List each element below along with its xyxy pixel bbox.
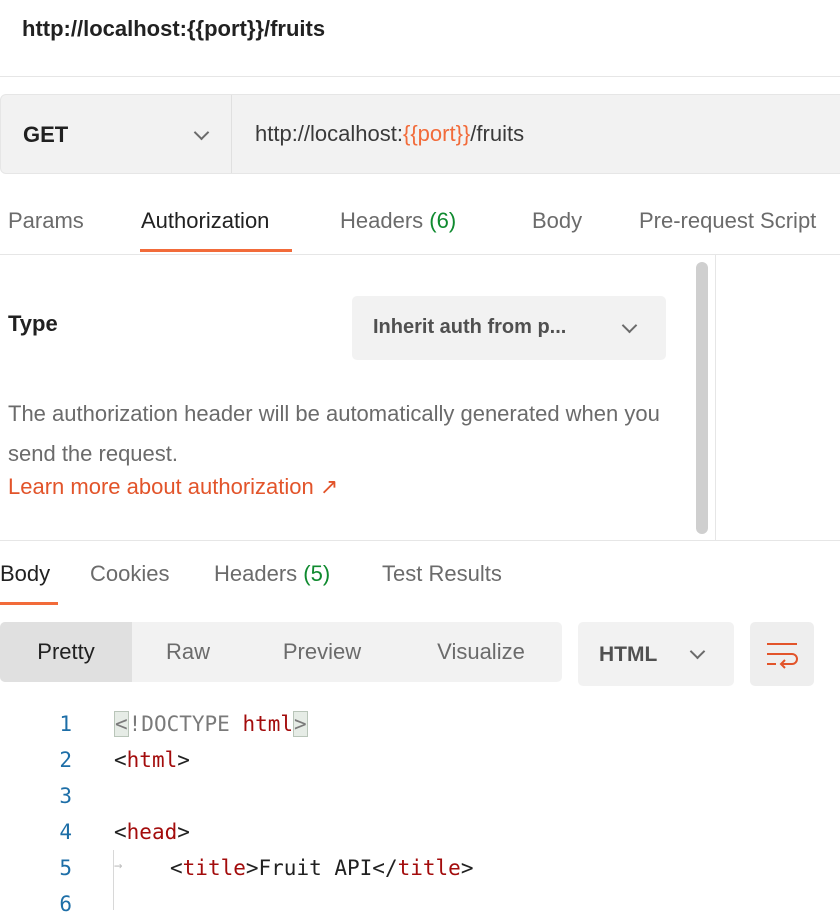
url-prefix: http://localhost:: [255, 121, 403, 146]
view-preview[interactable]: Preview: [244, 622, 400, 682]
code-line: <title>Fruit API</title>: [170, 856, 473, 880]
wrap-lines-button[interactable]: [750, 622, 814, 686]
response-tab-headers[interactable]: Headers (5): [214, 561, 330, 587]
url-variable: {{port}}: [402, 121, 471, 146]
request-url-bar: GET http://localhost:{{port}}/fruits: [0, 94, 840, 174]
line-number: 1: [59, 712, 72, 736]
wrap-lines-icon: [767, 643, 798, 669]
tab-label: Test Results: [382, 561, 502, 586]
tab-label: Cookies: [90, 561, 170, 586]
line-number: 4: [59, 820, 72, 844]
title-text: >Fruit API</: [245, 856, 398, 880]
chevron-down-icon: [621, 317, 638, 334]
code-line: <html>: [114, 748, 190, 772]
bracket: >: [177, 820, 190, 844]
tab-label: Authorization: [141, 208, 270, 233]
line-number: 2: [59, 748, 72, 772]
bracket: >: [460, 856, 474, 880]
doctype-keyword: !DOCTYPE: [128, 712, 230, 736]
response-body-code[interactable]: 1 2 3 4 5 6 <!DOCTYPE html> <html> <head…: [0, 700, 840, 916]
request-tabs: Params Authorization Headers (6) Body Pr…: [0, 192, 840, 255]
response-tab-body[interactable]: Body: [0, 561, 50, 587]
panel-divider: [715, 255, 716, 540]
format-value: HTML: [599, 643, 658, 666]
tab-params[interactable]: Params: [8, 208, 84, 234]
auth-type-label: Type: [8, 311, 58, 336]
indent-guide: [113, 850, 114, 910]
indent-arrow-icon: →: [114, 858, 123, 874]
tag-name: html: [126, 748, 178, 772]
tab-pre-request-script[interactable]: Pre-request Script: [639, 208, 816, 234]
auth-type-value: Inherit auth from p...: [373, 316, 567, 338]
active-response-tab-indicator: [0, 602, 58, 605]
tag-name: html: [242, 712, 294, 736]
request-title[interactable]: http://localhost:{{port}}/fruits: [22, 16, 325, 42]
tab-body[interactable]: Body: [532, 208, 582, 234]
view-mode-toggle: Pretty Raw Preview Visualize: [0, 622, 562, 682]
view-label: Preview: [282, 639, 362, 664]
line-number: 6: [59, 892, 72, 916]
view-label: Raw: [165, 639, 210, 664]
url-suffix: /fruits: [470, 121, 525, 146]
tag-name: head: [126, 820, 178, 844]
format-select[interactable]: HTML: [578, 622, 734, 686]
view-visualize[interactable]: Visualize: [400, 622, 562, 682]
tag-name: title: [182, 856, 246, 880]
bracket-match: <: [114, 711, 129, 737]
tab-headers[interactable]: Headers (6): [340, 208, 456, 234]
auth-panel-scrollbar[interactable]: [696, 262, 708, 534]
headers-count: (6): [429, 208, 457, 233]
tab-label: Body: [532, 208, 583, 233]
url-input[interactable]: http://localhost:{{port}}/fruits: [255, 121, 524, 147]
tab-label: Params: [8, 208, 84, 233]
learn-more-link[interactable]: Learn more about authorization ↗: [8, 474, 338, 500]
bracket: <: [114, 820, 127, 844]
tab-label: Headers: [214, 561, 298, 586]
view-label: Pretty: [37, 639, 95, 664]
tag-name: title: [397, 856, 461, 880]
method-label: GET: [23, 122, 69, 147]
bracket: <: [114, 748, 127, 772]
response-divider[interactable]: [0, 540, 840, 541]
bracket: >: [177, 748, 190, 772]
tab-label: Body: [0, 561, 51, 586]
line-number: 3: [59, 784, 72, 808]
chevron-down-icon: [193, 124, 210, 141]
active-tab-indicator: [140, 249, 292, 252]
chevron-down-icon: [689, 643, 706, 660]
code-line: <!DOCTYPE html>: [114, 711, 308, 737]
response-tab-test-results[interactable]: Test Results: [382, 561, 502, 587]
response-headers-count: (5): [303, 561, 331, 586]
request-title-bar: http://localhost:{{port}}/fruits: [0, 0, 840, 77]
line-number: 5: [59, 856, 72, 880]
auth-type-select[interactable]: Inherit auth from p...: [352, 296, 666, 360]
tab-label: Pre-request Script: [639, 208, 817, 233]
code-line: <head>: [114, 820, 190, 844]
method-selector[interactable]: GET: [1, 95, 232, 173]
view-label: Visualize: [437, 639, 525, 664]
view-raw[interactable]: Raw: [132, 622, 244, 682]
tab-authorization[interactable]: Authorization: [141, 208, 269, 234]
tab-label: Headers: [340, 208, 424, 233]
auth-description: The authorization header will be automat…: [8, 401, 660, 466]
bracket: <: [170, 856, 183, 880]
response-tab-cookies[interactable]: Cookies: [90, 561, 169, 587]
view-pretty[interactable]: Pretty: [0, 622, 132, 682]
bracket-match: >: [293, 711, 308, 737]
